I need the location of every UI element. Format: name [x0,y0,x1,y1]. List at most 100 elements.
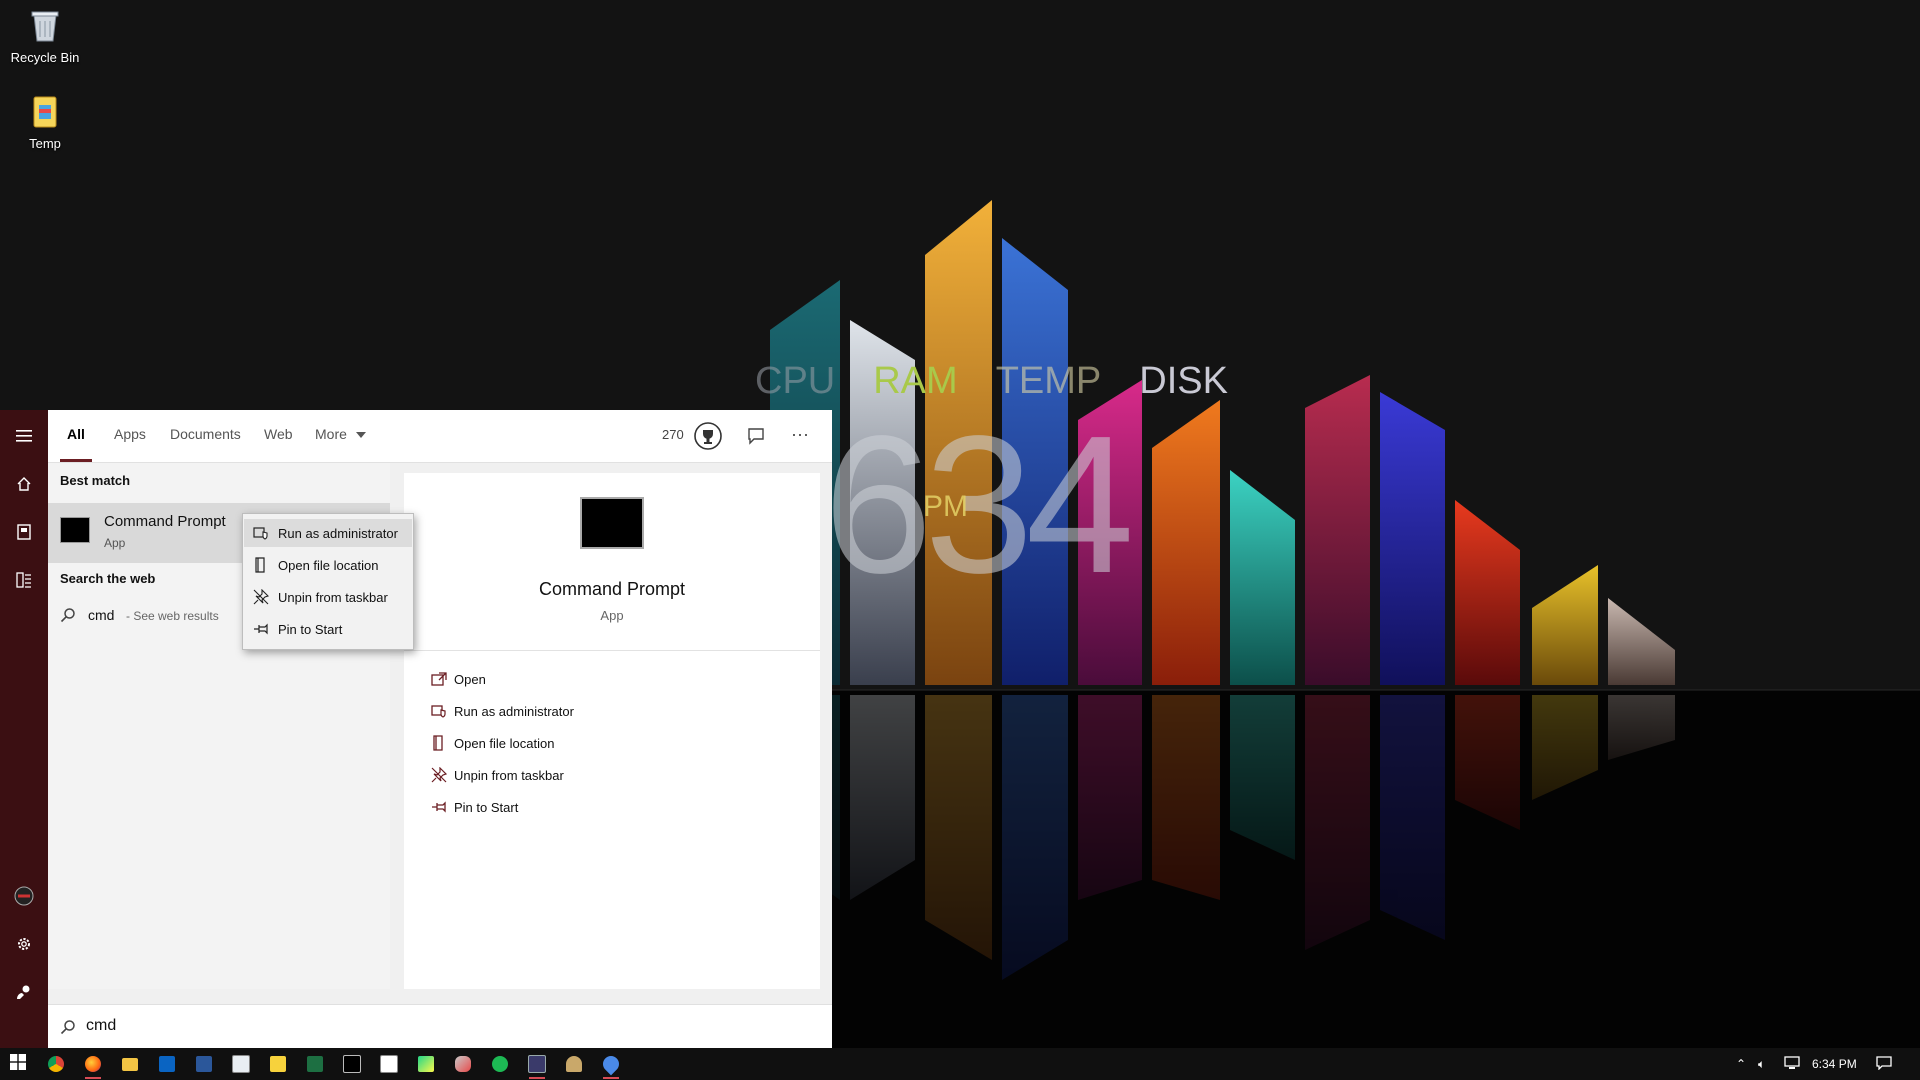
taskbar-spreadsheet[interactable] [301,1052,329,1076]
tab-documents[interactable]: Documents [170,426,241,462]
start-rail [0,410,48,1048]
hamburger-menu-button[interactable] [0,418,48,458]
feedback-hub-button[interactable] [746,426,768,448]
action-open[interactable]: Open [424,665,804,693]
network-button[interactable] [1784,1048,1804,1080]
notification-icon [1876,1055,1892,1073]
taskbar-game[interactable] [449,1052,477,1076]
best-match-heading: Best match [60,473,131,488]
command-prompt-icon [60,517,90,543]
desktop-icon-label: Recycle Bin [10,50,80,65]
notepad-icon [232,1055,250,1073]
taskbar-firefox[interactable] [79,1052,107,1079]
shield-icon [424,704,454,718]
action-unpin-from-taskbar[interactable]: Unpin from taskbar [424,761,804,789]
desktop-icon-temp[interactable]: Temp [0,92,90,151]
ctx-label: Open file location [278,557,379,573]
taskbar-pycharm[interactable] [412,1052,440,1076]
unpin-icon [244,589,278,605]
best-match-type: App [104,536,126,550]
tab-web[interactable]: Web [264,426,293,462]
spotify-icon [492,1056,508,1072]
web-result-suffix: - See web results [126,609,219,623]
ctx-run-as-administrator[interactable]: Run as administrator [244,519,412,547]
search-panel: All Apps Documents Web More 270 ··· Best… [48,410,832,1049]
clock-time: 6:34 PM [1812,1057,1857,1071]
clock-meridiem: PM [923,490,968,523]
ctx-pin-to-start[interactable]: Pin to Start [244,615,412,643]
tab-more[interactable]: More [315,426,366,462]
disk-label: DISK [1139,360,1228,402]
ctx-open-file-location[interactable]: Open file location [244,551,412,579]
ctx-label: Run as administrator [278,525,398,541]
clock[interactable]: 6:34 PM [1812,1048,1864,1080]
feedback-icon [16,984,32,1005]
game-icon [455,1056,471,1072]
maps-icon [599,1052,623,1076]
taskbar-word[interactable] [190,1052,218,1076]
windows-logo-icon [10,1053,26,1075]
home-button[interactable] [0,466,48,506]
search-web-heading: Search the web [60,571,156,586]
sticky-notes-icon [270,1056,286,1072]
taskbar-file-explorer[interactable] [116,1052,144,1076]
taskbar-outlook[interactable] [153,1052,181,1076]
tab-apps[interactable]: Apps [114,426,146,462]
taskbar-sticky-notes[interactable] [264,1052,292,1076]
file-explorer-icon [122,1057,138,1071]
spreadsheet-icon [307,1056,323,1072]
rewards-button[interactable] [692,420,724,452]
hamburger-menu-icon [16,429,32,447]
preview-title: Command Prompt [538,579,686,599]
shield-icon [244,526,278,540]
action-label: Unpin from taskbar [454,767,564,783]
desktop-icon-recycle-bin[interactable]: Recycle Bin [0,6,90,65]
action-open-file-location[interactable]: Open file location [424,729,804,757]
web-result-query: cmd [88,607,115,623]
ctx-label: Pin to Start [278,621,343,637]
taskbar-app-window[interactable] [523,1052,551,1079]
more-options-button[interactable]: ··· [788,424,812,448]
taskbar-maps[interactable] [597,1052,625,1079]
recycle-bin-icon [25,6,65,46]
action-label: Open [454,671,486,687]
settings-button[interactable] [0,926,48,966]
documents-button[interactable] [0,514,48,554]
taskbar-person[interactable] [560,1052,588,1076]
taskbar-command-prompt[interactable] [338,1052,366,1076]
action-pin-to-start[interactable]: Pin to Start [424,793,804,821]
ctx-unpin-from-taskbar[interactable]: Unpin from taskbar [244,583,412,611]
action-label: Pin to Start [454,799,519,815]
result-preview: Command Prompt App Open Run as administr… [404,473,820,989]
user-avatar-button[interactable] [0,878,48,918]
volume-button[interactable]: 🔈︎ [1758,1048,1778,1080]
feedback-button[interactable] [0,974,48,1014]
show-hidden-icons-button[interactable]: ⌃ [1736,1048,1752,1080]
ellipsis-icon: ··· [791,424,809,444]
command-prompt-large-icon [580,497,644,549]
caret-down-icon [355,432,366,439]
pin-icon [244,622,278,636]
rewards-points: 270 [662,427,684,442]
action-run-as-admin[interactable]: Run as administrator [424,697,804,725]
word-icon [196,1056,212,1072]
search-bar[interactable]: cmd [48,1004,832,1049]
taskbar: ⌃ 🔈︎ 6:34 PM [0,1048,1920,1080]
taskbar-notepad[interactable] [227,1052,255,1076]
tab-more-label: More [315,426,347,442]
notes-icon [380,1055,398,1073]
search-input[interactable]: cmd [86,1017,116,1035]
apps-list-icon [16,571,32,593]
app-window-icon [528,1055,546,1073]
tab-all[interactable]: All [60,426,92,462]
start-button[interactable] [4,1052,32,1076]
apps-list-button[interactable] [0,562,48,602]
action-center-button[interactable] [1876,1048,1896,1080]
file-location-icon [424,735,454,751]
best-match-name: Command Prompt [104,513,226,530]
taskbar-chrome[interactable] [42,1052,70,1076]
home-icon [16,476,32,497]
taskbar-spotify[interactable] [486,1052,514,1076]
ctx-label: Unpin from taskbar [278,589,388,605]
taskbar-notes[interactable] [375,1052,403,1076]
